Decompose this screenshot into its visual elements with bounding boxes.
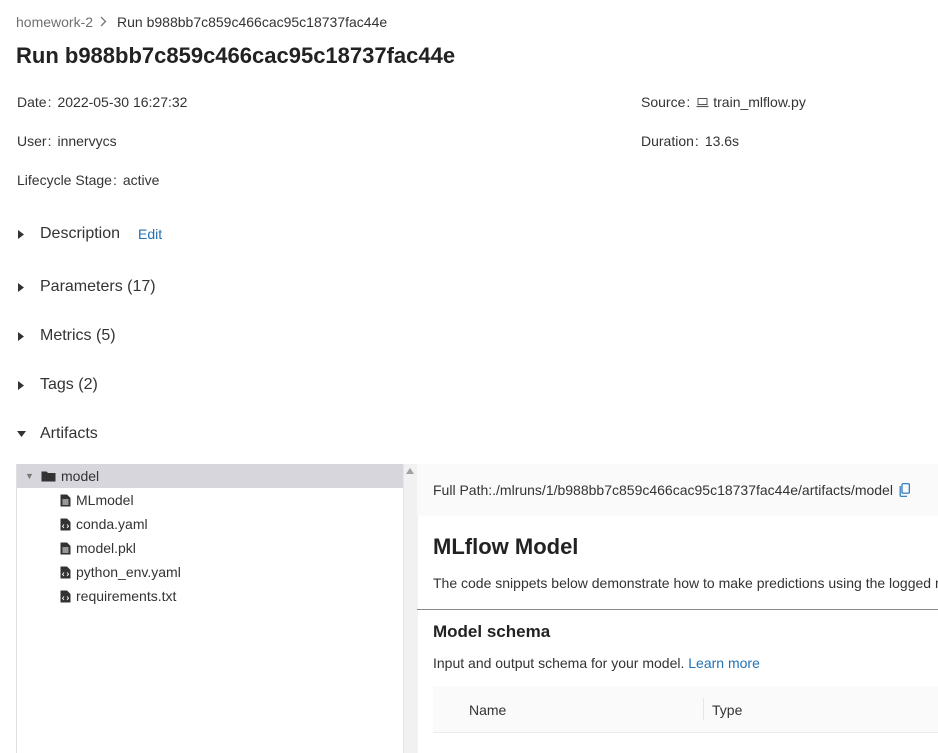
full-path-text: Full Path:./mlruns/1/b988bb7c859c466cac9… xyxy=(433,482,893,498)
folder-icon xyxy=(41,470,56,482)
caret-right-icon xyxy=(16,229,26,239)
learn-more-link[interactable]: Learn more xyxy=(688,655,760,671)
chevron-right-icon xyxy=(100,14,107,30)
meta-duration-label: Duration xyxy=(641,133,694,149)
meta-user-label: User xyxy=(17,133,47,149)
section-divider xyxy=(417,609,938,610)
tree-item-file[interactable]: python_env.yaml xyxy=(17,560,404,584)
meta-user-value: innervycs xyxy=(57,133,117,149)
tree-item-file[interactable]: model.pkl xyxy=(17,536,404,560)
table-divider xyxy=(433,732,938,733)
expanded-triangle-icon[interactable]: ▼ xyxy=(25,471,34,481)
section-tags[interactable]: Tags (2) xyxy=(16,376,98,394)
breadcrumb: homework-2 Run b988bb7c859c466cac95c1873… xyxy=(16,14,387,30)
meta-date: Date: 2022-05-30 16:27:32 xyxy=(17,94,188,110)
meta-source-label: Source xyxy=(641,94,686,110)
breadcrumb-current: Run b988bb7c859c466cac95c18737fac44e xyxy=(117,14,388,30)
schema-description-text: Input and output schema for your model. xyxy=(433,655,685,671)
model-schema-heading: Model schema xyxy=(433,622,551,641)
file-icon xyxy=(60,542,71,555)
code-file-icon xyxy=(60,590,71,603)
section-artifacts-label: Artifacts xyxy=(40,425,98,442)
full-path-bar: Full Path:./mlruns/1/b988bb7c859c466cac9… xyxy=(417,464,938,516)
column-divider xyxy=(703,698,704,720)
description-edit-link[interactable]: Edit xyxy=(138,226,162,242)
tree-item-label: python_env.yaml xyxy=(76,564,181,580)
caret-down-icon xyxy=(16,429,26,439)
meta-lifecycle: Lifecycle Stage: active xyxy=(17,172,160,188)
meta-source: Source: train_mlflow.py xyxy=(641,94,806,110)
laptop-icon xyxy=(696,97,709,108)
tree-item-folder[interactable]: ▼ model xyxy=(17,464,404,488)
section-description-label: Description xyxy=(40,225,121,242)
caret-right-icon xyxy=(16,331,26,341)
caret-right-icon xyxy=(16,380,26,390)
section-tags-label: Tags (2) xyxy=(40,376,98,393)
meta-date-value: 2022-05-30 16:27:32 xyxy=(57,94,188,110)
caret-right-icon xyxy=(16,282,26,292)
tree-item-label: model xyxy=(61,468,100,484)
code-file-icon xyxy=(60,518,71,531)
copy-icon[interactable] xyxy=(899,483,910,497)
column-header-name[interactable]: Name xyxy=(469,702,506,718)
section-artifacts[interactable]: Artifacts xyxy=(16,425,98,443)
scroll-up-arrow-icon[interactable] xyxy=(406,468,414,474)
meta-duration-value: 13.6s xyxy=(704,133,740,149)
tree-item-label: conda.yaml xyxy=(76,516,148,532)
artifact-view-pane: Full Path:./mlruns/1/b988bb7c859c466cac9… xyxy=(417,464,938,753)
tree-item-file[interactable]: conda.yaml xyxy=(17,512,404,536)
mlflow-model-heading: MLflow Model xyxy=(433,534,579,559)
tree-item-label: requirements.txt xyxy=(76,588,177,604)
meta-user: User: innervycs xyxy=(17,133,117,149)
schema-table-header: Name Type xyxy=(433,686,938,732)
column-header-type[interactable]: Type xyxy=(712,702,742,718)
meta-source-link[interactable]: train_mlflow.py xyxy=(713,94,806,110)
meta-date-label: Date xyxy=(17,94,47,110)
meta-duration: Duration: 13.6s xyxy=(641,133,740,149)
tree-scrollbar[interactable] xyxy=(403,464,418,753)
tree-item-file[interactable]: MLmodel xyxy=(17,488,404,512)
code-file-icon xyxy=(60,566,71,579)
page-title: Run b988bb7c859c466cac95c18737fac44e xyxy=(16,43,456,68)
section-parameters[interactable]: Parameters (17) xyxy=(16,278,156,296)
model-schema-description: Input and output schema for your model. … xyxy=(433,655,760,671)
tree-item-label: MLmodel xyxy=(76,492,134,508)
mlflow-model-description: The code snippets below demonstrate how … xyxy=(433,575,938,591)
meta-lifecycle-value: active xyxy=(122,172,160,188)
section-metrics[interactable]: Metrics (5) xyxy=(16,327,116,345)
breadcrumb-experiment-link[interactable]: homework-2 xyxy=(16,14,93,30)
meta-lifecycle-label: Lifecycle Stage xyxy=(17,172,112,188)
artifact-tree: ▼ model MLmodel conda.yaml model.pkl pyt… xyxy=(16,464,404,753)
section-metrics-label: Metrics (5) xyxy=(40,327,116,344)
run-page: homework-2 Run b988bb7c859c466cac95c1873… xyxy=(0,0,938,753)
section-description[interactable]: Description Edit xyxy=(16,225,162,243)
tree-item-file[interactable]: requirements.txt xyxy=(17,584,404,608)
tree-item-label: model.pkl xyxy=(76,540,136,556)
section-parameters-label: Parameters (17) xyxy=(40,278,156,295)
file-icon xyxy=(60,494,71,507)
